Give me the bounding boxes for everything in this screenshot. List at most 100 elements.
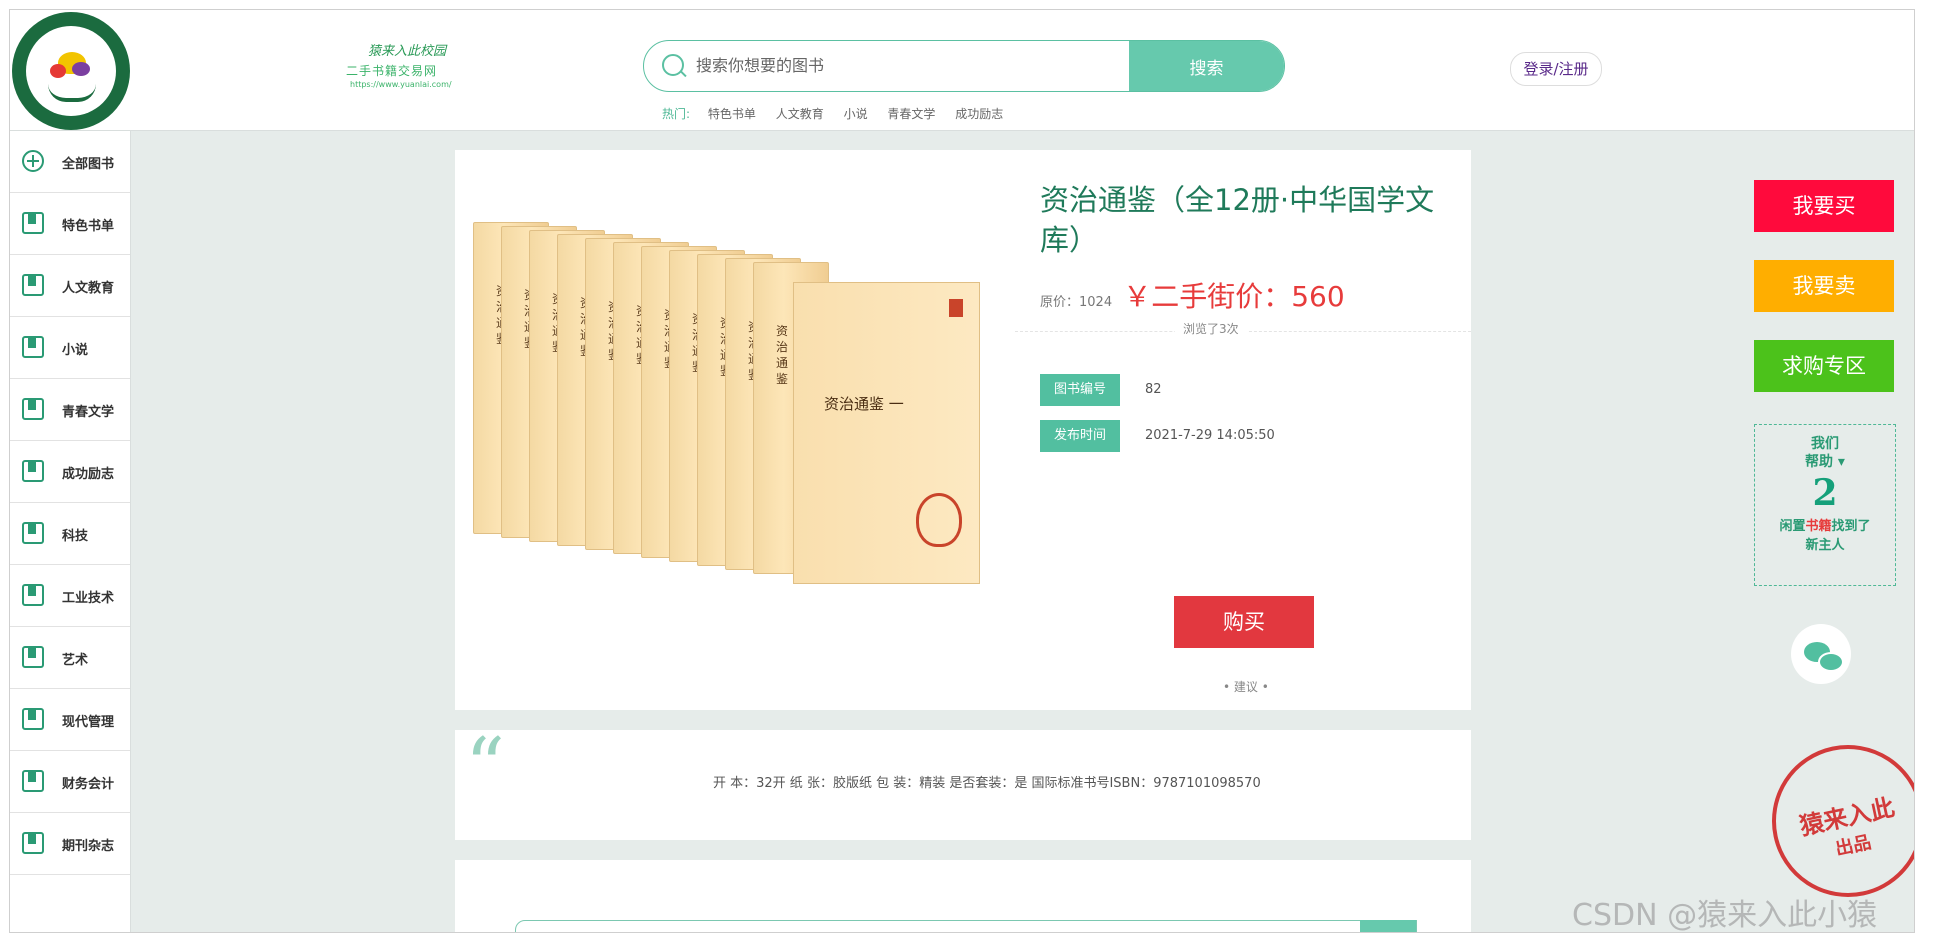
book-icon bbox=[22, 584, 44, 606]
university-logo[interactable] bbox=[12, 12, 130, 130]
sidebar-item-label: 科技 bbox=[62, 529, 89, 544]
hot-link[interactable]: 人文教育 bbox=[776, 107, 824, 121]
logo-petal-icon bbox=[72, 62, 90, 76]
buy-button[interactable]: 购买 bbox=[1174, 596, 1314, 648]
sidebar-item-label: 青春文学 bbox=[62, 405, 115, 420]
sidebar-item-success[interactable]: 成功励志 bbox=[10, 441, 130, 503]
sidebar-item-label: 艺术 bbox=[62, 653, 89, 668]
book-icon bbox=[22, 708, 44, 730]
book-icon bbox=[22, 522, 44, 544]
sidebar-item-accounting[interactable]: 财务会计 bbox=[10, 751, 130, 813]
sidebar-item-periodicals[interactable]: 期刊杂志 bbox=[10, 813, 130, 875]
wechat-icon[interactable] bbox=[1791, 624, 1851, 684]
help-caption: 闲置书籍找到了 新主人 bbox=[1755, 515, 1895, 553]
help-caption-text: 闲置 bbox=[1779, 519, 1806, 534]
view-count: 浏览了3次 bbox=[1175, 320, 1247, 337]
hot-link[interactable]: 青春文学 bbox=[887, 107, 935, 121]
want-buy-button[interactable]: 我要买 bbox=[1754, 180, 1894, 232]
help-caption-line: 新主人 bbox=[1805, 538, 1845, 553]
secondhand-price: ￥二手街价：560 bbox=[1123, 280, 1345, 313]
wechat-bubble-icon bbox=[1818, 652, 1844, 672]
comment-submit-button[interactable] bbox=[1360, 920, 1416, 932]
site-logo-name: 二手书籍交易网 bbox=[346, 64, 438, 78]
search-icon bbox=[662, 54, 684, 76]
hot-link[interactable]: 小说 bbox=[844, 107, 868, 121]
red-stamp-icon bbox=[949, 299, 963, 317]
help-stats-panel: 我们 帮助 ▾ 2 闲置书籍找到了 新主人 bbox=[1754, 424, 1896, 586]
help-heading: 我们 帮助 ▾ bbox=[1755, 435, 1895, 471]
category-sidebar: 全部图书 特色书单 人文教育 小说 青春文学 成功励志 科技 工业技术 艺术 现… bbox=[10, 131, 131, 932]
search-input[interactable] bbox=[694, 41, 1178, 91]
book-icon bbox=[22, 336, 44, 358]
book-title: 资治通鉴（全12册·中华国学文库） bbox=[1040, 183, 1435, 257]
site-logo[interactable]: 猿来入此校园 二手书籍交易网 https://www.yuanlai.com/ bbox=[346, 40, 486, 100]
login-register-button[interactable]: 登录/注册 bbox=[1510, 52, 1602, 86]
price-row: 原价：1024 ￥二手街价：560 bbox=[1040, 275, 1345, 315]
book-id-tag: 图书编号 bbox=[1040, 374, 1120, 406]
hot-link[interactable]: 特色书单 bbox=[708, 107, 756, 121]
sidebar-item-label: 工业技术 bbox=[62, 591, 115, 606]
logo-book-icon bbox=[48, 84, 96, 102]
sidebar-item-all-books[interactable]: 全部图书 bbox=[10, 131, 130, 193]
quote-mark-icon: “ bbox=[465, 722, 505, 812]
sidebar-item-label: 期刊杂志 bbox=[62, 839, 115, 854]
seal-emblem-icon bbox=[916, 493, 962, 547]
book-image: 资治通鉴 资治通鉴 资治通鉴 资治通鉴 资治通鉴 资治通鉴 资治通鉴 资治通鉴 … bbox=[473, 222, 993, 642]
original-price: 原价：1024 bbox=[1040, 295, 1113, 310]
sidebar-item-humanities[interactable]: 人文教育 bbox=[10, 255, 130, 317]
sidebar-item-label: 小说 bbox=[62, 343, 89, 358]
search-bar: 搜索 bbox=[643, 40, 1285, 92]
book-icon bbox=[22, 274, 44, 296]
book-specs: 开 本：32开 纸 张：胶版纸 包 装：精装 是否套装：是 国际标准书号ISBN… bbox=[713, 776, 1261, 791]
book-icon bbox=[22, 460, 44, 482]
plus-circle-icon bbox=[22, 150, 44, 172]
wanted-zone-button[interactable]: 求购专区 bbox=[1754, 340, 1894, 392]
help-count: 2 bbox=[1812, 472, 1838, 514]
book-icon bbox=[22, 770, 44, 792]
sidebar-item-label: 特色书单 bbox=[62, 219, 115, 234]
sidebar-item-novels[interactable]: 小说 bbox=[10, 317, 130, 379]
book-id-value: 82 bbox=[1145, 382, 1162, 397]
suggest-link[interactable]: • 建议 • bbox=[1223, 678, 1269, 695]
sidebar-item-featured[interactable]: 特色书单 bbox=[10, 193, 130, 255]
book-cover-title: 资治通鉴 一 bbox=[824, 395, 904, 413]
sidebar-item-youth-literature[interactable]: 青春文学 bbox=[10, 379, 130, 441]
sidebar-item-label: 现代管理 bbox=[62, 715, 115, 730]
help-caption-highlight: 书籍 bbox=[1805, 519, 1832, 534]
sidebar-item-label: 全部图书 bbox=[62, 157, 115, 172]
logo-petal-icon bbox=[50, 64, 66, 78]
book-icon bbox=[22, 646, 44, 668]
hot-links: 热门: 特色书单 人文教育 小说 青春文学 成功励志 bbox=[662, 105, 1019, 122]
sidebar-item-art[interactable]: 艺术 bbox=[10, 627, 130, 689]
hot-label: 热门: bbox=[662, 107, 691, 121]
sidebar-item-management[interactable]: 现代管理 bbox=[10, 689, 130, 751]
header: 猿来入此校园 二手书籍交易网 https://www.yuanlai.com/ … bbox=[10, 10, 1914, 131]
help-caption-text: 找到了 bbox=[1831, 519, 1871, 534]
search-button[interactable]: 搜索 bbox=[1129, 41, 1284, 91]
book-icon bbox=[22, 398, 44, 420]
sidebar-item-industrial[interactable]: 工业技术 bbox=[10, 565, 130, 627]
comment-input[interactable] bbox=[515, 920, 1417, 932]
sidebar-item-technology[interactable]: 科技 bbox=[10, 503, 130, 565]
publish-time-value: 2021-7-29 14:05:50 bbox=[1145, 428, 1275, 443]
help-heading-line: 帮助 ▾ bbox=[1805, 454, 1845, 470]
help-heading-line: 我们 bbox=[1811, 436, 1839, 452]
book-icon bbox=[22, 212, 44, 234]
brand-stamp: 猿来入此 出品 bbox=[1757, 730, 1914, 912]
sidebar-item-label: 成功励志 bbox=[62, 467, 115, 482]
want-sell-button[interactable]: 我要卖 bbox=[1754, 260, 1894, 312]
comment-card bbox=[455, 860, 1471, 932]
browser-page: 猿来入此校园 二手书籍交易网 https://www.yuanlai.com/ … bbox=[9, 9, 1915, 933]
logo-inner bbox=[26, 26, 116, 116]
book-icon bbox=[22, 832, 44, 854]
site-logo-slogan: 猿来入此校园 bbox=[368, 44, 447, 59]
page-scrollbar[interactable] bbox=[1914, 10, 1915, 932]
hot-link[interactable]: 成功励志 bbox=[955, 107, 1003, 121]
site-logo-url: https://www.yuanlai.com/ bbox=[350, 80, 452, 89]
book-front-cover: 资治通鉴 一 bbox=[793, 282, 980, 584]
book-detail-card: 资治通鉴 资治通鉴 资治通鉴 资治通鉴 资治通鉴 资治通鉴 资治通鉴 资治通鉴 … bbox=[455, 150, 1471, 710]
sidebar-item-label: 人文教育 bbox=[62, 281, 115, 296]
sidebar-item-label: 财务会计 bbox=[62, 777, 115, 792]
book-description-card: “ 开 本：32开 纸 张：胶版纸 包 装：精装 是否套装：是 国际标准书号IS… bbox=[455, 722, 1471, 840]
publish-time-tag: 发布时间 bbox=[1040, 420, 1120, 452]
